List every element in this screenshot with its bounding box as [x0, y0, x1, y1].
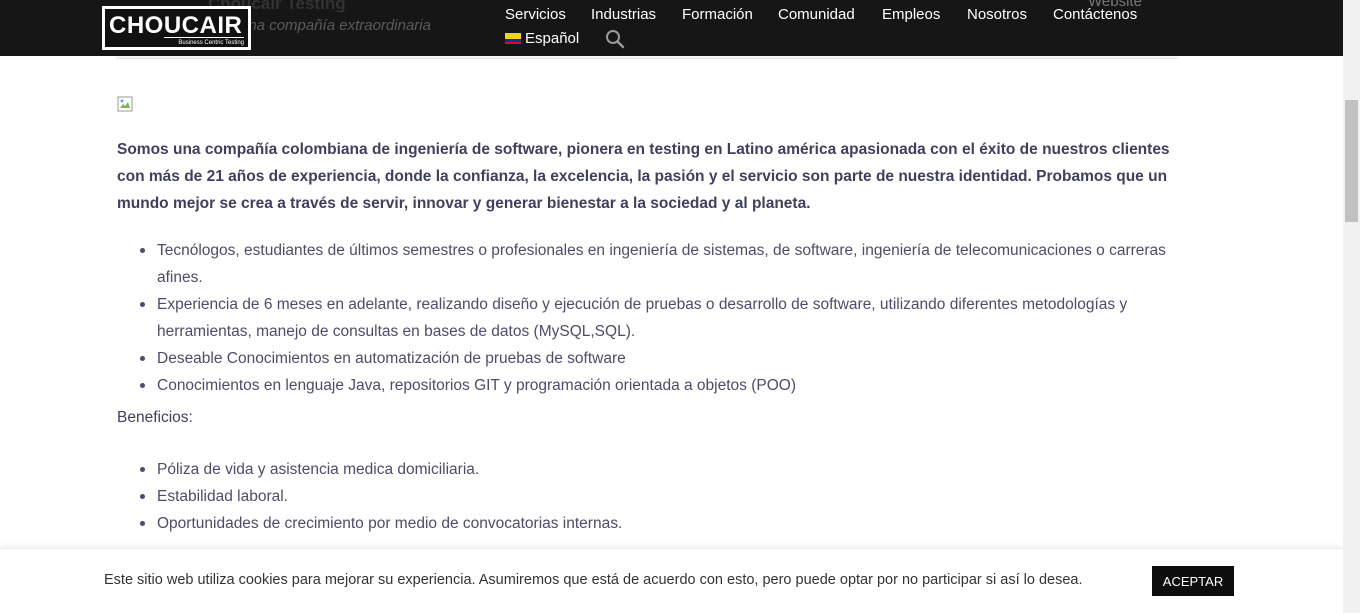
- company-intro: Somos una compañía colombiana de ingenie…: [117, 141, 1170, 212]
- list-item: Deseable Conocimientos en automatización…: [140, 345, 1197, 372]
- accept-cookies-button[interactable]: ACEPTAR: [1152, 566, 1234, 596]
- choucair-logo[interactable]: CHOUCAIR Business Centric Testing: [102, 6, 251, 50]
- list-item: Experiencia de 6 meses en adelante, real…: [140, 291, 1197, 345]
- requirements-list: Tecnólogos, estudiantes de últimos semes…: [117, 237, 1197, 399]
- language-label: Español: [525, 30, 580, 47]
- nav-industrias[interactable]: Industrias: [591, 6, 656, 23]
- logo-tagline: Business Centric Testing: [178, 40, 244, 46]
- nav-empleos[interactable]: Empleos: [882, 6, 940, 23]
- benefits-list: Póliza de vida y asistencia medica domic…: [117, 456, 1197, 537]
- cookie-message: Este sitio web utiliza cookies para mejo…: [104, 572, 1083, 588]
- search-icon[interactable]: [605, 29, 625, 49]
- company-tagline: una compañía extraordinaria: [240, 17, 431, 34]
- benefits-heading: Beneficios:: [117, 409, 193, 426]
- nav-contactenos[interactable]: Contáctenos: [1053, 6, 1137, 23]
- nav-nosotros[interactable]: Nosotros: [967, 6, 1027, 23]
- nav-servicios[interactable]: Servicios: [505, 6, 566, 23]
- list-item: Póliza de vida y asistencia medica domic…: [140, 456, 1197, 483]
- list-item: Estabilidad laboral.: [140, 483, 1197, 510]
- logo-box: CHOUCAIR Business Centric Testing: [105, 9, 248, 47]
- colombia-flag-icon: [505, 33, 521, 44]
- cookie-consent-bar: Este sitio web utiliza cookies para mejo…: [0, 548, 1343, 614]
- list-item: Oportunidades de crecimiento por medio d…: [140, 510, 1197, 537]
- language-selector[interactable]: Español: [505, 30, 579, 47]
- logo-divider: [164, 37, 244, 38]
- logo-text: CHOUCAIR: [109, 12, 243, 39]
- broken-image-icon: [117, 96, 133, 112]
- list-item: Conocimientos en lenguaje Java, reposito…: [140, 372, 1197, 399]
- list-item: Tecnólogos, estudiantes de últimos semes…: [140, 237, 1197, 291]
- nav-formacion[interactable]: Formación: [682, 6, 753, 23]
- page-scrollbar[interactable]: [1343, 0, 1360, 613]
- scrollbar-thumb[interactable]: [1345, 100, 1358, 222]
- nav-comunidad[interactable]: Comunidad: [778, 6, 855, 23]
